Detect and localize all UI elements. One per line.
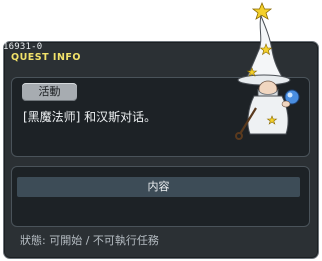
quest-status: 狀態: 可開始 / 不可執行任務 [20, 234, 159, 247]
quest-description: [黑魔法师] 和汉斯对话。 [23, 110, 157, 124]
quest-id: 16931-0 [3, 42, 43, 52]
window-title: QUEST INFO [11, 52, 81, 63]
activity-tag: 活動 [22, 83, 77, 101]
content-header: 内容 [17, 177, 300, 197]
wizard-npc-icon [235, 1, 300, 140]
